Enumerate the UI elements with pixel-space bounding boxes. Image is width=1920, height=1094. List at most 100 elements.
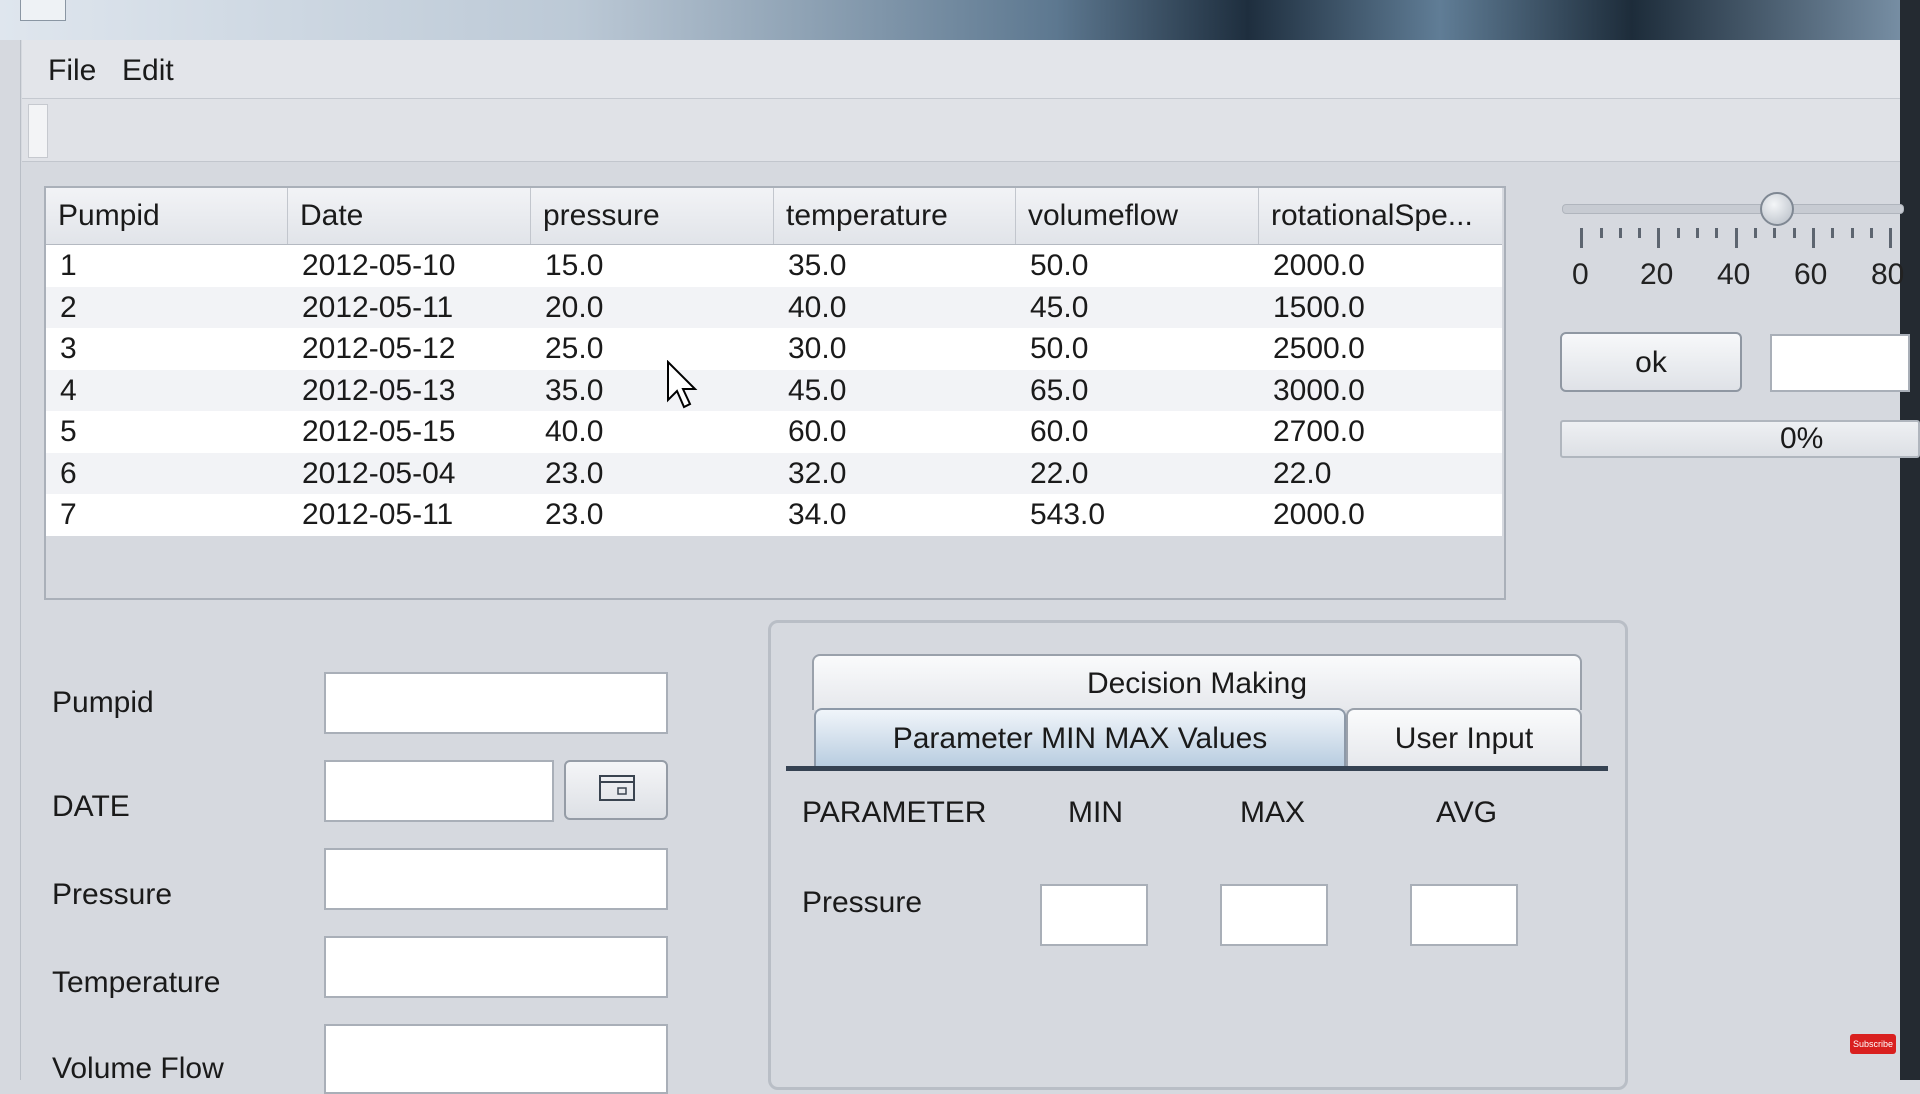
table-header: Pumpid Date pressure temperature volumef… bbox=[46, 188, 1502, 245]
label-pumpid: Pumpid bbox=[52, 686, 154, 719]
toolbar-grip[interactable] bbox=[28, 104, 48, 158]
menu-bar bbox=[22, 40, 1900, 99]
slider-tick-label: 60 bbox=[1794, 258, 1828, 291]
title-bar bbox=[0, 0, 1920, 40]
pressure-min-input[interactable] bbox=[1040, 884, 1148, 946]
tab-underline bbox=[786, 766, 1608, 771]
cell-pressure: 23.0 bbox=[545, 456, 604, 490]
slider-tick-label: 20 bbox=[1640, 258, 1674, 291]
calendar-button[interactable] bbox=[564, 760, 668, 820]
cell-pressure: 23.0 bbox=[545, 498, 604, 531]
cell-volumeflow: 45.0 bbox=[1030, 290, 1089, 324]
ok-button[interactable]: ok bbox=[1560, 332, 1742, 392]
pump-table: Pumpid Date pressure temperature volumef… bbox=[44, 186, 1506, 600]
param-header-avg: AVG bbox=[1436, 796, 1498, 829]
slider-tick bbox=[1773, 228, 1776, 238]
calendar-icon bbox=[599, 775, 635, 801]
table-row[interactable]: 3 2012-05-12 25.0 30.0 50.0 2500.0 bbox=[46, 328, 1502, 370]
col-header-pressure[interactable]: pressure bbox=[531, 188, 774, 244]
slider-tick bbox=[1715, 228, 1718, 238]
window-edge bbox=[1900, 0, 1920, 1080]
cell-temperature: 30.0 bbox=[788, 332, 847, 365]
label-pressure: Pressure bbox=[52, 878, 173, 911]
pressure-max-input[interactable] bbox=[1220, 884, 1328, 946]
table-row[interactable]: 2 2012-05-11 20.0 40.0 45.0 1500.0 bbox=[46, 286, 1502, 328]
slider-tick bbox=[1870, 228, 1873, 238]
cell-date: 2012-05-11 bbox=[302, 290, 454, 324]
pressure-input[interactable] bbox=[324, 848, 668, 910]
slider-tick bbox=[1580, 228, 1583, 248]
progress-label: 0% bbox=[1780, 422, 1824, 455]
cell-rotationalspeed: 3000.0 bbox=[1273, 373, 1365, 407]
cell-temperature: 32.0 bbox=[788, 456, 847, 490]
col-header-date[interactable]: Date bbox=[288, 188, 531, 244]
menu-edit[interactable]: Edit bbox=[122, 54, 174, 88]
pressure-avg-input[interactable] bbox=[1410, 884, 1518, 946]
table-row[interactable]: 4 2012-05-13 35.0 45.0 65.0 3000.0 bbox=[46, 369, 1502, 411]
col-header-volumeflow[interactable]: volumeflow bbox=[1016, 188, 1259, 244]
slider-tick bbox=[1638, 228, 1641, 238]
tab-decision-making[interactable]: Decision Making bbox=[812, 654, 1582, 710]
slider-tick bbox=[1657, 228, 1660, 248]
table-row[interactable]: 1 2012-05-10 15.0 35.0 50.0 2000.0 bbox=[46, 245, 1502, 287]
pumpid-input[interactable] bbox=[324, 672, 668, 734]
cell-temperature: 45.0 bbox=[788, 373, 847, 407]
col-header-pumpid[interactable]: Pumpid bbox=[46, 188, 288, 244]
cell-date: 2012-05-11 bbox=[302, 498, 454, 531]
cell-pressure: 40.0 bbox=[545, 415, 604, 448]
col-header-temperature[interactable]: temperature bbox=[774, 188, 1016, 244]
tab-user-input[interactable]: User Input bbox=[1346, 708, 1582, 766]
slider-tick bbox=[1831, 228, 1834, 238]
cell-volumeflow: 60.0 bbox=[1030, 415, 1089, 448]
cell-pressure: 15.0 bbox=[545, 249, 604, 282]
subscribe-badge[interactable]: Subscribe bbox=[1850, 1034, 1896, 1054]
slider-thumb[interactable] bbox=[1760, 192, 1794, 226]
cell-pumpid: 3 bbox=[60, 332, 77, 365]
table-row[interactable]: 6 2012-05-04 23.0 32.0 22.0 22.0 bbox=[46, 452, 1502, 494]
cell-pressure: 35.0 bbox=[545, 373, 604, 407]
cell-rotationalspeed: 1500.0 bbox=[1273, 290, 1365, 324]
progress-bar bbox=[1560, 420, 1920, 458]
menu-file[interactable]: File bbox=[48, 54, 96, 88]
param-header-max: MAX bbox=[1240, 796, 1306, 829]
slider-tick-label: 80 bbox=[1871, 258, 1905, 291]
table-row[interactable]: 5 2012-05-15 40.0 60.0 60.0 2700.0 bbox=[46, 411, 1502, 453]
cell-volumeflow: 50.0 bbox=[1030, 332, 1089, 365]
cell-date: 2012-05-10 bbox=[302, 249, 456, 282]
cell-rotationalspeed: 2700.0 bbox=[1273, 415, 1365, 448]
cell-rotationalspeed: 2500.0 bbox=[1273, 332, 1365, 365]
slider-tick bbox=[1696, 228, 1699, 238]
side-text-field[interactable] bbox=[1770, 334, 1910, 392]
slider-track[interactable] bbox=[1562, 204, 1904, 214]
date-input[interactable] bbox=[324, 760, 554, 822]
cell-pumpid: 5 bbox=[60, 415, 77, 448]
slider-tick bbox=[1851, 228, 1854, 238]
cell-date: 2012-05-15 bbox=[302, 415, 456, 448]
cell-volumeflow: 65.0 bbox=[1030, 373, 1089, 407]
cell-pumpid: 6 bbox=[60, 456, 77, 490]
slider-tick bbox=[1735, 228, 1738, 248]
cell-volumeflow: 543.0 bbox=[1030, 498, 1106, 531]
cell-date: 2012-05-13 bbox=[302, 373, 456, 407]
label-date: DATE bbox=[52, 790, 130, 823]
slider-tick bbox=[1754, 228, 1757, 238]
slider-tick bbox=[1619, 228, 1622, 238]
toolbar bbox=[22, 99, 1900, 162]
tab-parameter-min-max[interactable]: Parameter MIN MAX Values bbox=[814, 708, 1346, 766]
volume-flow-input[interactable] bbox=[324, 1024, 668, 1094]
table-row[interactable]: 7 2012-05-11 23.0 34.0 543.0 2000.0 bbox=[46, 494, 1502, 536]
cell-pumpid: 2 bbox=[60, 290, 77, 324]
slider-tick bbox=[1793, 228, 1796, 238]
cell-volumeflow: 50.0 bbox=[1030, 249, 1089, 282]
col-header-rotationalspeed[interactable]: rotationalSpe... bbox=[1259, 188, 1502, 244]
cell-date: 2012-05-04 bbox=[302, 456, 456, 490]
cell-date: 2012-05-12 bbox=[302, 332, 456, 365]
cell-temperature: 60.0 bbox=[788, 415, 847, 448]
app-icon bbox=[20, 0, 66, 21]
cell-pressure: 25.0 bbox=[545, 332, 604, 365]
cell-volumeflow: 22.0 bbox=[1030, 456, 1089, 490]
temperature-input[interactable] bbox=[324, 936, 668, 998]
slider-tick bbox=[1812, 228, 1815, 248]
cell-rotationalspeed: 2000.0 bbox=[1273, 498, 1365, 531]
cell-temperature: 40.0 bbox=[788, 290, 847, 324]
